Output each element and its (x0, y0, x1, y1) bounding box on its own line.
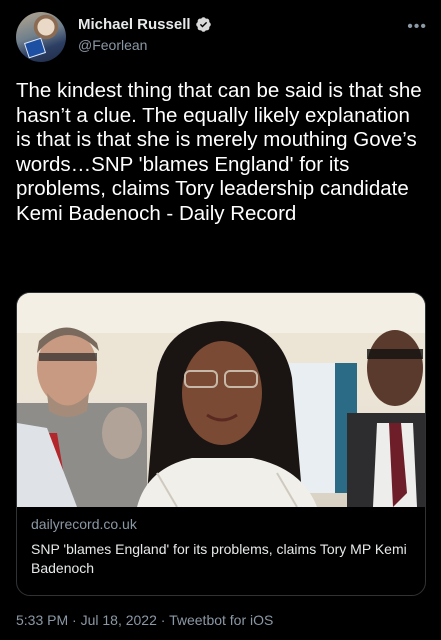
tweet-header: Michael Russell @Feorlean ••• (16, 12, 427, 62)
link-preview-photo (17, 293, 425, 507)
footer-separator: · (72, 612, 77, 628)
more-options-icon[interactable]: ••• (407, 18, 427, 36)
link-preview-card[interactable]: dailyrecord.co.uk SNP 'blames England' f… (16, 292, 426, 596)
link-preview-meta: dailyrecord.co.uk SNP 'blames England' f… (31, 516, 411, 578)
link-preview-domain: dailyrecord.co.uk (31, 516, 137, 532)
verified-badge-icon (195, 17, 211, 32)
tweet-footer: 5:33 PM · Jul 18, 2022 · Tweetbot for iO… (16, 612, 273, 628)
author-names: Michael Russell @Feorlean (78, 16, 212, 53)
tweet-time[interactable]: 5:33 PM (16, 612, 68, 628)
author-display-name[interactable]: Michael Russell (78, 16, 191, 33)
avatar-book-shape (23, 37, 47, 59)
link-preview-title[interactable]: SNP 'blames England' for its problems, c… (31, 540, 411, 578)
link-preview-image (17, 293, 425, 507)
tweet-date[interactable]: Jul 18, 2022 (81, 612, 157, 628)
author-handle[interactable]: @Feorlean (78, 37, 212, 53)
tweet-text: The kindest thing that can be said is th… (16, 79, 428, 225)
footer-separator: · (160, 612, 166, 628)
tweet-client[interactable]: Tweetbot for iOS (169, 612, 273, 628)
author-avatar[interactable] (16, 12, 66, 62)
author-display-name-row[interactable]: Michael Russell (78, 16, 212, 33)
